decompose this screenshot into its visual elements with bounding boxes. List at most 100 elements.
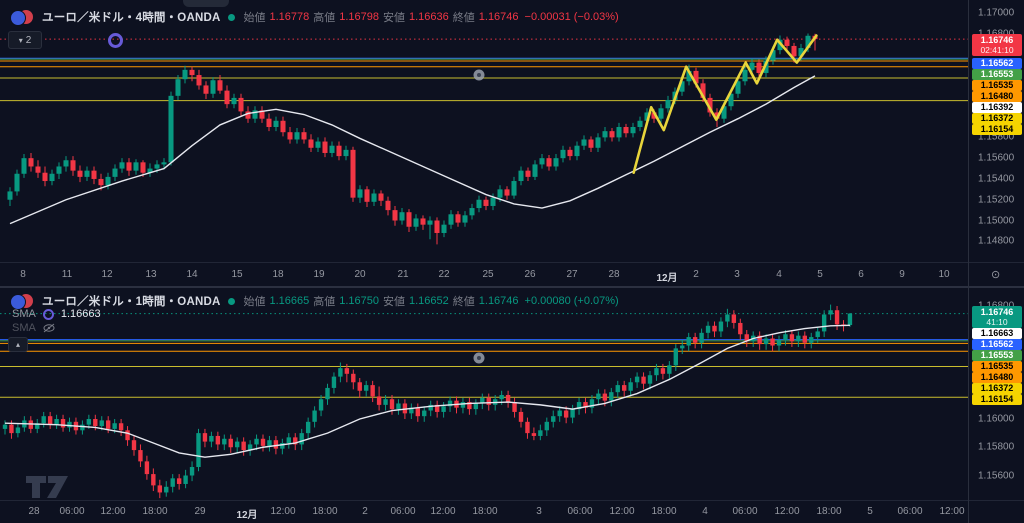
time-label: 28: [28, 506, 40, 517]
symbol-title-4h[interactable]: ユーロ／米ドル・4時間・OANDA: [42, 9, 220, 25]
time-label: 25: [482, 269, 494, 280]
time-label: 12:00: [430, 506, 456, 517]
time-label: 18:00: [312, 506, 338, 517]
time-label: 4: [702, 506, 708, 517]
time-label: 8: [20, 269, 26, 280]
time-label: 21: [397, 269, 409, 280]
time-label: 12月: [656, 273, 678, 284]
ohlc-readout-1h: 始値 1.16665 高値 1.16750 安値 1.16652 終値 1.16746 …: [243, 295, 619, 308]
drawing-marker-icon[interactable]: [473, 352, 485, 364]
time-label: 18:00: [472, 506, 498, 517]
price-tick-label: 1.15200: [978, 194, 1015, 206]
time-label: 26: [524, 269, 536, 280]
time-label: 18: [272, 269, 284, 280]
time-label: 12: [101, 269, 113, 280]
sma-hidden-legend-row[interactable]: SMA: [12, 322, 55, 334]
time-axis-4h[interactable]: 8 11 12 13 14 15 18 19 20 21 22 25 26 27 28 12月 2 3 4 5 6 9 10: [0, 263, 968, 286]
panel-splitter[interactable]: [0, 286, 1024, 288]
time-label: 15: [231, 269, 243, 280]
level-price-tag: 1.16553: [972, 68, 1022, 80]
level-price-tag: 1.16553: [972, 349, 1022, 361]
time-label: 6: [858, 269, 864, 280]
axis-settings-icon[interactable]: ⊙: [991, 268, 1000, 281]
time-label: 12:00: [609, 506, 635, 517]
change-readout-1h: +0.00080 (+0.07%): [524, 295, 619, 307]
market-open-dot: [228, 13, 236, 21]
axis-separator-1h: [0, 500, 1024, 501]
price-scale[interactable]: ⊙ 1.170001.168001.158001.156001.154001.1…: [968, 0, 1024, 523]
time-label: 19: [313, 269, 325, 280]
time-label: 13: [145, 269, 157, 280]
symbol-pair-icon: [10, 9, 36, 26]
price-tick-label: 1.15000: [978, 215, 1015, 226]
price-tick-label: 1.15600: [978, 152, 1015, 164]
time-label: 4: [776, 269, 782, 280]
price-tick-label: 1.15600: [978, 470, 1015, 482]
time-label: 06:00: [567, 506, 593, 517]
candles-group: [2, 304, 853, 499]
change-readout-4h: −0.00031 (−0.03%): [524, 11, 619, 23]
time-label: 3: [734, 269, 740, 280]
level-price-tag: 1.16480: [972, 90, 1022, 102]
symbol-title-1h[interactable]: ユーロ／米ドル・1時間・OANDA: [42, 293, 220, 309]
time-label: 18:00: [816, 506, 842, 517]
price-tick-label: 1.15400: [978, 173, 1015, 185]
current-price-tag: 1.16746 41:10: [972, 306, 1022, 328]
level-price-tag: 1.16154: [972, 123, 1022, 135]
sma-legend-row[interactable]: SMA 1.16663: [12, 308, 101, 320]
time-label: 29: [194, 506, 206, 517]
time-label: 12:00: [100, 506, 126, 517]
time-label: 18:00: [142, 506, 168, 517]
chevron-down-icon: ▾: [18, 35, 23, 45]
time-label: 20: [354, 269, 366, 280]
level-price-tag: 1.16480: [972, 371, 1022, 383]
price-tick-label: 1.15800: [978, 441, 1015, 453]
axis-separator-4h: [0, 262, 1024, 263]
time-label: 3: [536, 506, 542, 517]
chart-1h-canvas[interactable]: [0, 287, 968, 500]
time-label: 12:00: [939, 506, 965, 517]
time-label: 14: [186, 269, 198, 280]
time-label: 06:00: [59, 506, 85, 517]
drawing-marker-icon[interactable]: [473, 69, 485, 81]
sma-line[interactable]: [9, 75, 816, 225]
level-price-tag: 1.16663: [972, 327, 1022, 339]
collapse-pane-button[interactable]: ▴: [8, 337, 28, 352]
level-price-tag: 1.16562: [972, 338, 1022, 350]
sma-line[interactable]: [4, 324, 850, 458]
price-tick-label: 1.17000: [978, 7, 1015, 19]
time-label: 18:00: [651, 506, 677, 517]
sma-donut-icon: [42, 308, 54, 320]
eye-slash-icon[interactable]: [43, 323, 55, 333]
level-price-tag: 1.16372: [972, 382, 1022, 394]
level-price-tag: 1.16154: [972, 393, 1022, 405]
current-price-tag: 1.16746 02:41:10: [972, 34, 1022, 56]
time-label: 06:00: [390, 506, 416, 517]
time-label: 2: [693, 269, 699, 280]
chevron-up-icon: ▴: [15, 340, 20, 349]
chart-4h-canvas[interactable]: [0, 0, 968, 262]
time-label: 12月: [236, 510, 258, 521]
market-open-dot: [228, 297, 236, 305]
time-label: 10: [938, 269, 950, 280]
time-label: 2: [362, 506, 368, 517]
time-label: 5: [867, 506, 873, 517]
indicator-donut-icon[interactable]: [108, 33, 123, 48]
time-label: 06:00: [897, 506, 923, 517]
price-tick-label: 1.14800: [978, 235, 1015, 247]
price-tick-label: 1.16000: [978, 413, 1015, 425]
symbol-pair-icon: [10, 293, 36, 310]
level-price-tag: 1.16535: [972, 79, 1022, 91]
chart-header-1h: ユーロ／米ドル・1時間・OANDA 始値 1.16665 高値 1.16750 安値…: [10, 292, 619, 310]
sma-value: 1.16663: [60, 308, 101, 320]
time-label: 12:00: [270, 506, 296, 517]
level-price-tag: 1.16562: [972, 57, 1022, 69]
time-label: 06:00: [732, 506, 758, 517]
time-label: 11: [61, 269, 73, 280]
collapse-indicators-button[interactable]: ▾ 2: [8, 31, 42, 49]
time-label: 5: [817, 269, 823, 280]
level-price-tag: 1.16392: [972, 101, 1022, 113]
time-label: 22: [438, 269, 450, 280]
time-label: 28: [608, 269, 620, 280]
time-axis-1h[interactable]: 28 06:00 12:00 18:00 29 12月 12:00 18:00 2 06:00 12…: [0, 500, 968, 523]
